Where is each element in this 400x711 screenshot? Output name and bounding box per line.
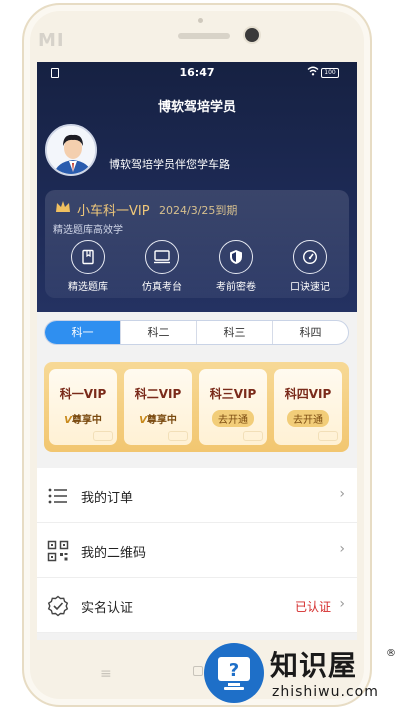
feature-question-bank[interactable]: 精选题库 (57, 240, 119, 293)
verified-icon (47, 595, 69, 617)
earpiece-speaker (178, 33, 230, 39)
feature-label: 仿真考台 (142, 282, 182, 293)
vip-card[interactable]: 小车科一VIP 2024/3/25到期 精选题库高效学 精选题库 仿真考台 考前… (45, 190, 349, 298)
registered-mark: ® (386, 648, 396, 659)
car-icon (318, 431, 338, 441)
menu-label: 我的二维码 (81, 546, 147, 561)
feature-mock-exam[interactable]: 仿真考台 (131, 240, 193, 293)
app-screen: 16:47 100 博软驾培学员 博软驾培学员伴您学车路 小车科一VIP 202… (37, 62, 357, 640)
proximity-sensor (198, 18, 203, 23)
car-icon (93, 431, 113, 441)
front-camera (245, 28, 259, 42)
profile-header: 16:47 100 博软驾培学员 博软驾培学员伴您学车路 小车科一VIP 202… (37, 62, 357, 312)
watermark-title: 知识屋 (270, 649, 358, 682)
qrcode-icon (47, 540, 69, 562)
feature-mnemonics[interactable]: 口诀速记 (279, 240, 341, 293)
wifi-icon (307, 66, 319, 79)
brand-logo: MI (38, 30, 65, 51)
vip-tile-name: 科二VIP (134, 387, 182, 401)
crown-icon (56, 201, 70, 212)
vip-tile-subject-1[interactable]: 科一VIP V尊享中 (49, 369, 117, 445)
vip-status-badge: V尊享中 (64, 415, 102, 426)
tab-subject-4[interactable]: 科四 (272, 321, 348, 344)
car-icon (168, 431, 188, 441)
feature-label: 考前密卷 (216, 282, 256, 293)
shield-icon (219, 240, 253, 274)
vip-title: 小车科一VIP (77, 204, 150, 219)
menu-item-qrcode[interactable]: 我的二维码 › (37, 523, 357, 578)
menu-list: 我的订单 › 我的二维码 › 实名认证 已认证 › (37, 468, 357, 633)
feature-label: 口诀速记 (290, 282, 330, 293)
vip-tile-subject-4[interactable]: 科四VIP 去开通 (274, 369, 342, 445)
feature-label: 精选题库 (68, 282, 108, 293)
book-icon (71, 240, 105, 274)
menu-item-orders[interactable]: 我的订单 › (37, 468, 357, 523)
battery-icon: 100 (321, 68, 339, 78)
menu-nav-icon[interactable]: ≡ (100, 666, 112, 682)
vip-tile-name: 科三VIP (209, 387, 257, 401)
chevron-right-icon: › (339, 541, 345, 557)
activate-button[interactable]: 去开通 (287, 410, 329, 427)
profile-slogan: 博软驾培学员伴您学车路 (109, 158, 230, 171)
avatar[interactable] (45, 124, 97, 176)
chevron-right-icon: › (339, 596, 345, 612)
vip-status-badge: V尊享中 (139, 415, 177, 426)
menu-label: 实名认证 (81, 601, 134, 616)
activate-button[interactable]: 去开通 (212, 410, 254, 427)
svg-text:?: ? (229, 660, 239, 681)
vip-tile-name: 科四VIP (284, 387, 332, 401)
status-bar: 16:47 100 (37, 66, 357, 82)
subject-tabs: 科一 科二 科三 科四 (44, 320, 349, 345)
watermark-url: zhishiwu.com (272, 684, 379, 700)
vip-tile-name: 科一VIP (59, 387, 107, 401)
vip-slogan: 精选题库高效学 (53, 225, 123, 236)
chevron-right-icon: › (339, 486, 345, 502)
vip-tiles: 科一VIP V尊享中 科二VIP V尊享中 科三VIP 去开通 科四VIP 去开… (44, 362, 349, 452)
verified-status: 已认证 (294, 600, 331, 614)
watermark-logo-icon: ? (204, 643, 264, 703)
list-icon (48, 488, 67, 504)
tab-subject-2[interactable]: 科二 (120, 321, 196, 344)
page-title: 博软驾培学员 (157, 100, 236, 115)
feature-exam-papers[interactable]: 考前密卷 (205, 240, 267, 293)
home-nav-icon[interactable] (193, 666, 203, 676)
tab-subject-3[interactable]: 科三 (196, 321, 272, 344)
gauge-icon (293, 240, 327, 274)
tab-subject-1[interactable]: 科一 (45, 321, 120, 344)
vip-tile-subject-2[interactable]: 科二VIP V尊享中 (124, 369, 192, 445)
vip-expire-date: 2024/3/25到期 (159, 204, 238, 217)
car-icon (243, 431, 263, 441)
vip-tile-subject-3[interactable]: 科三VIP 去开通 (199, 369, 267, 445)
monitor-icon (145, 240, 179, 274)
menu-label: 我的订单 (81, 491, 134, 506)
menu-item-verification[interactable]: 实名认证 已认证 › (37, 578, 357, 633)
